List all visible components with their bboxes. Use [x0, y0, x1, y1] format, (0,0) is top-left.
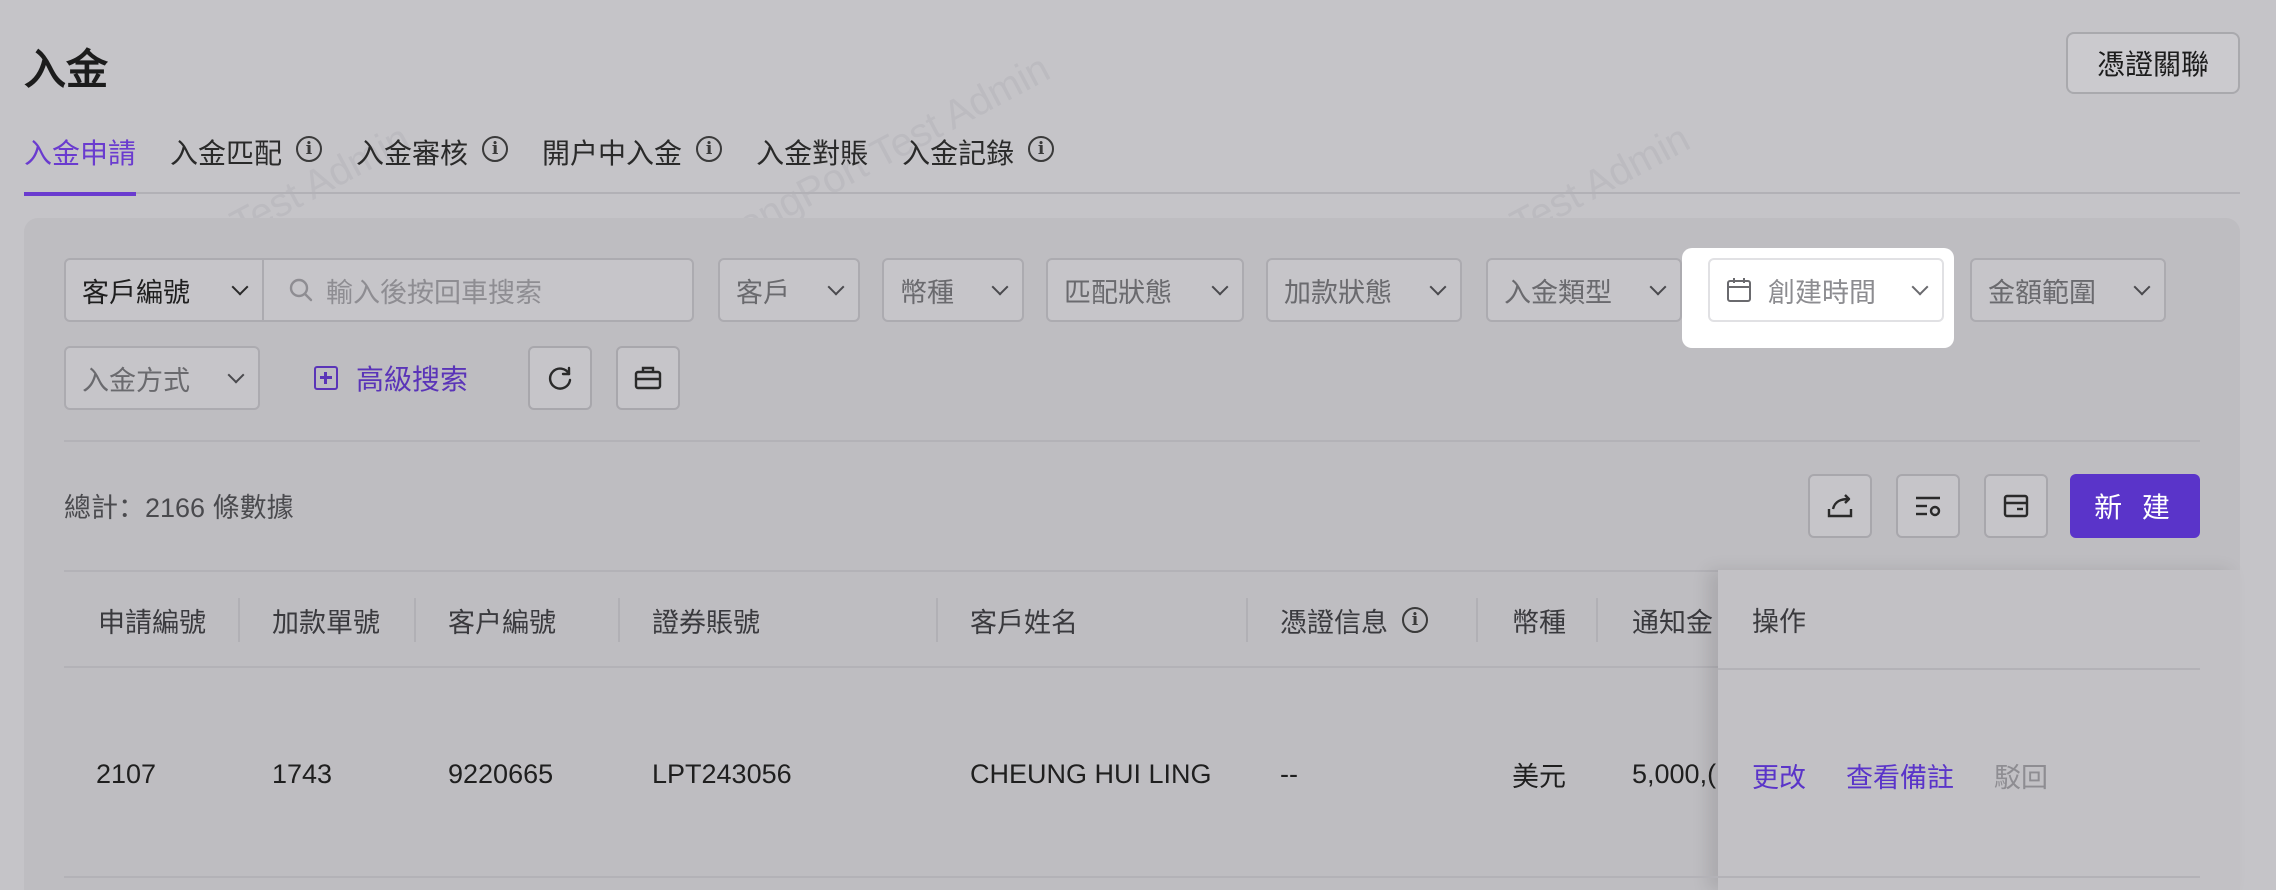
filter-label: 入金方式 — [82, 365, 190, 396]
tab-deposit-application[interactable]: 入金申請 — [24, 122, 137, 196]
chevron-down-icon — [1429, 278, 1447, 296]
tab-label: 入金對賬 — [756, 138, 869, 169]
tab-deposit-reconciliation[interactable]: 入金對賬 — [756, 122, 868, 194]
cell-account: LPT243056 — [652, 758, 792, 789]
column-separator — [414, 598, 416, 642]
cell-customer-no: 9220665 — [448, 758, 554, 789]
search-field-label: 客戶編號 — [82, 277, 190, 308]
column-settings-icon — [1916, 496, 1941, 517]
chevron-down-icon — [1649, 278, 1667, 296]
search-field-select[interactable]: 客戶編號 — [66, 260, 264, 320]
column-header: 證券賬號 — [652, 607, 760, 638]
cell-name: CHEUNG HUI LING — [970, 758, 1212, 789]
tab-deposit-records[interactable]: 入金記錄 i — [902, 122, 1055, 194]
cell-amount: 5,000,( — [1632, 758, 1717, 789]
tab-bar: 入金申請 入金匹配 i 入金審核 i 開户中入金 i 入金對賬 入金記錄 i — [24, 122, 2240, 196]
chevron-down-icon — [2133, 278, 2151, 296]
column-separator — [1476, 598, 1478, 642]
cell-voucher: -- — [1280, 758, 1298, 789]
view-remark-link[interactable]: 查看備註 — [1846, 756, 1954, 795]
column-header: 幣種 — [1512, 607, 1566, 638]
chevron-down-icon — [1911, 278, 1929, 296]
chevron-down-icon — [991, 278, 1009, 296]
layout-button[interactable] — [1984, 474, 2048, 538]
filter-label: 客戶 — [736, 277, 790, 308]
filter-label: 幣種 — [900, 277, 954, 308]
filter-divider — [64, 440, 2200, 442]
tab-label: 入金匹配 — [170, 138, 283, 169]
toolbox-button[interactable] — [616, 346, 680, 410]
info-icon[interactable]: i — [296, 136, 323, 162]
column-header: 憑證信息 i — [1280, 572, 1428, 668]
match-status-filter[interactable]: 匹配狀態 — [1046, 258, 1244, 322]
tab-deposit-review[interactable]: 入金審核 i — [356, 122, 509, 194]
tab-label: 入金申請 — [24, 138, 137, 169]
advanced-search-button[interactable]: 高級搜索 — [314, 346, 468, 410]
tab-label: 入金審核 — [356, 138, 469, 169]
cell-id: 2107 — [96, 758, 157, 789]
search-icon — [289, 278, 313, 302]
toolbox-icon — [634, 366, 662, 390]
column-separator — [1596, 598, 1598, 642]
column-header: 加款單號 — [272, 607, 380, 638]
created-time-filter[interactable]: 創建時間 — [1708, 258, 1944, 322]
chevron-down-icon — [1211, 278, 1229, 296]
column-header: 客户編號 — [448, 607, 556, 638]
voucher-link-button[interactable]: 憑證關聯 — [2066, 32, 2240, 94]
total-count: 總計：2166 條數據 — [64, 493, 294, 523]
export-icon — [1827, 494, 1853, 518]
filter-label: 入金類型 — [1504, 277, 1612, 308]
deposit-type-filter[interactable]: 入金類型 — [1486, 258, 1682, 322]
chevron-down-icon — [227, 366, 245, 384]
row-divider — [64, 876, 2200, 878]
tab-label: 開户中入金 — [542, 138, 683, 169]
filter-label: 加款狀態 — [1284, 277, 1392, 308]
column-header: 客戶姓名 — [970, 607, 1078, 638]
column-settings-button[interactable] — [1896, 474, 1960, 538]
search-combo: 客戶編號 輸入後按回車搜索 — [64, 258, 694, 322]
column-header-label: 憑證信息 — [1280, 607, 1388, 638]
column-separator — [618, 598, 620, 642]
export-button[interactable] — [1808, 474, 1872, 538]
plus-square-icon — [314, 366, 338, 390]
filter-label: 創建時間 — [1768, 277, 1876, 308]
info-icon[interactable]: i — [1402, 607, 1428, 633]
tab-deposit-matching[interactable]: 入金匹配 i — [170, 122, 323, 194]
operations-header: 操作 — [1752, 607, 1806, 637]
tab-label: 入金記錄 — [902, 138, 1015, 169]
advanced-search-label: 高級搜索 — [356, 364, 469, 395]
chevron-down-icon — [827, 278, 845, 296]
search-input[interactable]: 輸入後按回車搜索 — [264, 260, 692, 320]
layout-icon — [2003, 494, 2029, 518]
chevron-down-icon — [231, 278, 249, 296]
column-header: 申請編號 — [98, 607, 206, 638]
tab-opening-deposit[interactable]: 開户中入金 i — [542, 122, 723, 194]
amount-range-filter[interactable]: 金額範圍 — [1970, 258, 2166, 322]
info-icon[interactable]: i — [482, 136, 509, 162]
currency-filter[interactable]: 幣種 — [882, 258, 1024, 322]
cell-currency: 美元 — [1512, 761, 1566, 792]
refresh-button[interactable] — [528, 346, 592, 410]
info-icon[interactable]: i — [696, 136, 723, 162]
customer-filter[interactable]: 客戶 — [718, 258, 860, 322]
deposit-method-filter[interactable]: 入金方式 — [64, 346, 260, 410]
column-header: 通知金 — [1632, 607, 1713, 638]
search-placeholder: 輸入後按回車搜索 — [326, 277, 542, 308]
column-separator — [936, 598, 938, 642]
refresh-icon — [548, 366, 572, 390]
filter-label: 匹配狀態 — [1064, 277, 1172, 308]
funding-status-filter[interactable]: 加款狀態 — [1266, 258, 1462, 322]
page-title: 入金 — [24, 46, 109, 93]
edit-link[interactable]: 更改 — [1752, 756, 1806, 795]
column-separator — [1246, 598, 1248, 642]
filter-label: 金額範圍 — [1988, 277, 2096, 308]
operations-header-divider — [1718, 668, 2200, 670]
cell-funding-no: 1743 — [272, 758, 333, 789]
info-icon[interactable]: i — [1028, 136, 1055, 162]
column-separator — [238, 598, 240, 642]
new-button[interactable]: 新 建 — [2070, 474, 2200, 538]
reject-link[interactable]: 駁回 — [1994, 756, 2048, 795]
calendar-icon — [1727, 278, 1751, 302]
